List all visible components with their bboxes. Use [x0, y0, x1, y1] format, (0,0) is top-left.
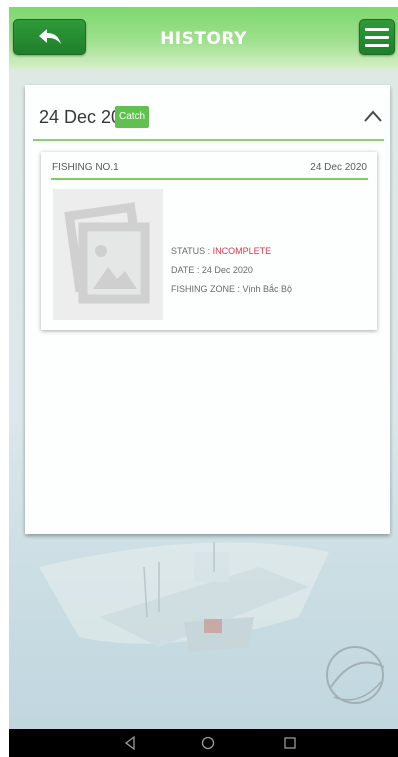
trip-title: FISHING NO.1: [52, 162, 119, 173]
date-line: DATE : 24 Dec 2020: [171, 265, 253, 275]
fishing-trip-card[interactable]: FISHING NO.1 24 Dec 2020 STATUS : INCOMP…: [41, 152, 377, 330]
zone-line: FISHING ZONE : Vịnh Bắc Bộ: [171, 284, 293, 294]
status-line: STATUS : INCOMPLETE: [171, 242, 292, 261]
app-screen: HISTORY 24 Dec 20 Catch FISHING NO.1 24 …: [9, 7, 398, 757]
catch-badge: Catch: [115, 106, 150, 128]
system-nav-bar: [9, 729, 398, 757]
card-divider: [51, 178, 368, 180]
hamburger-menu-icon: [365, 27, 389, 31]
menu-button[interactable]: [359, 19, 395, 55]
history-group-header[interactable]: 24 Dec 20 Catch: [25, 85, 390, 140]
history-panel: 24 Dec 20 Catch FISHING NO.1 24 Dec 2020: [25, 85, 390, 534]
chevron-up-icon[interactable]: [363, 109, 383, 123]
group-date: 24 Dec 20: [39, 107, 122, 127]
trip-date: 24 Dec 2020: [310, 162, 367, 173]
status-label: STATUS :: [171, 246, 213, 256]
trip-info: STATUS : INCOMPLETE DATE : 24 Dec 2020 F…: [171, 242, 292, 299]
trip-thumbnail: [53, 189, 163, 320]
status-value: INCOMPLETE: [212, 246, 272, 256]
page-title: HISTORY: [160, 29, 247, 49]
app-bar: HISTORY: [9, 7, 398, 69]
seafood-logo: [326, 646, 385, 704]
image-placeholder-icon: [64, 202, 150, 304]
nav-back-icon[interactable]: [121, 734, 139, 752]
group-divider: [33, 139, 384, 141]
nav-recents-icon[interactable]: [281, 734, 299, 752]
nav-home-icon[interactable]: [199, 734, 217, 752]
